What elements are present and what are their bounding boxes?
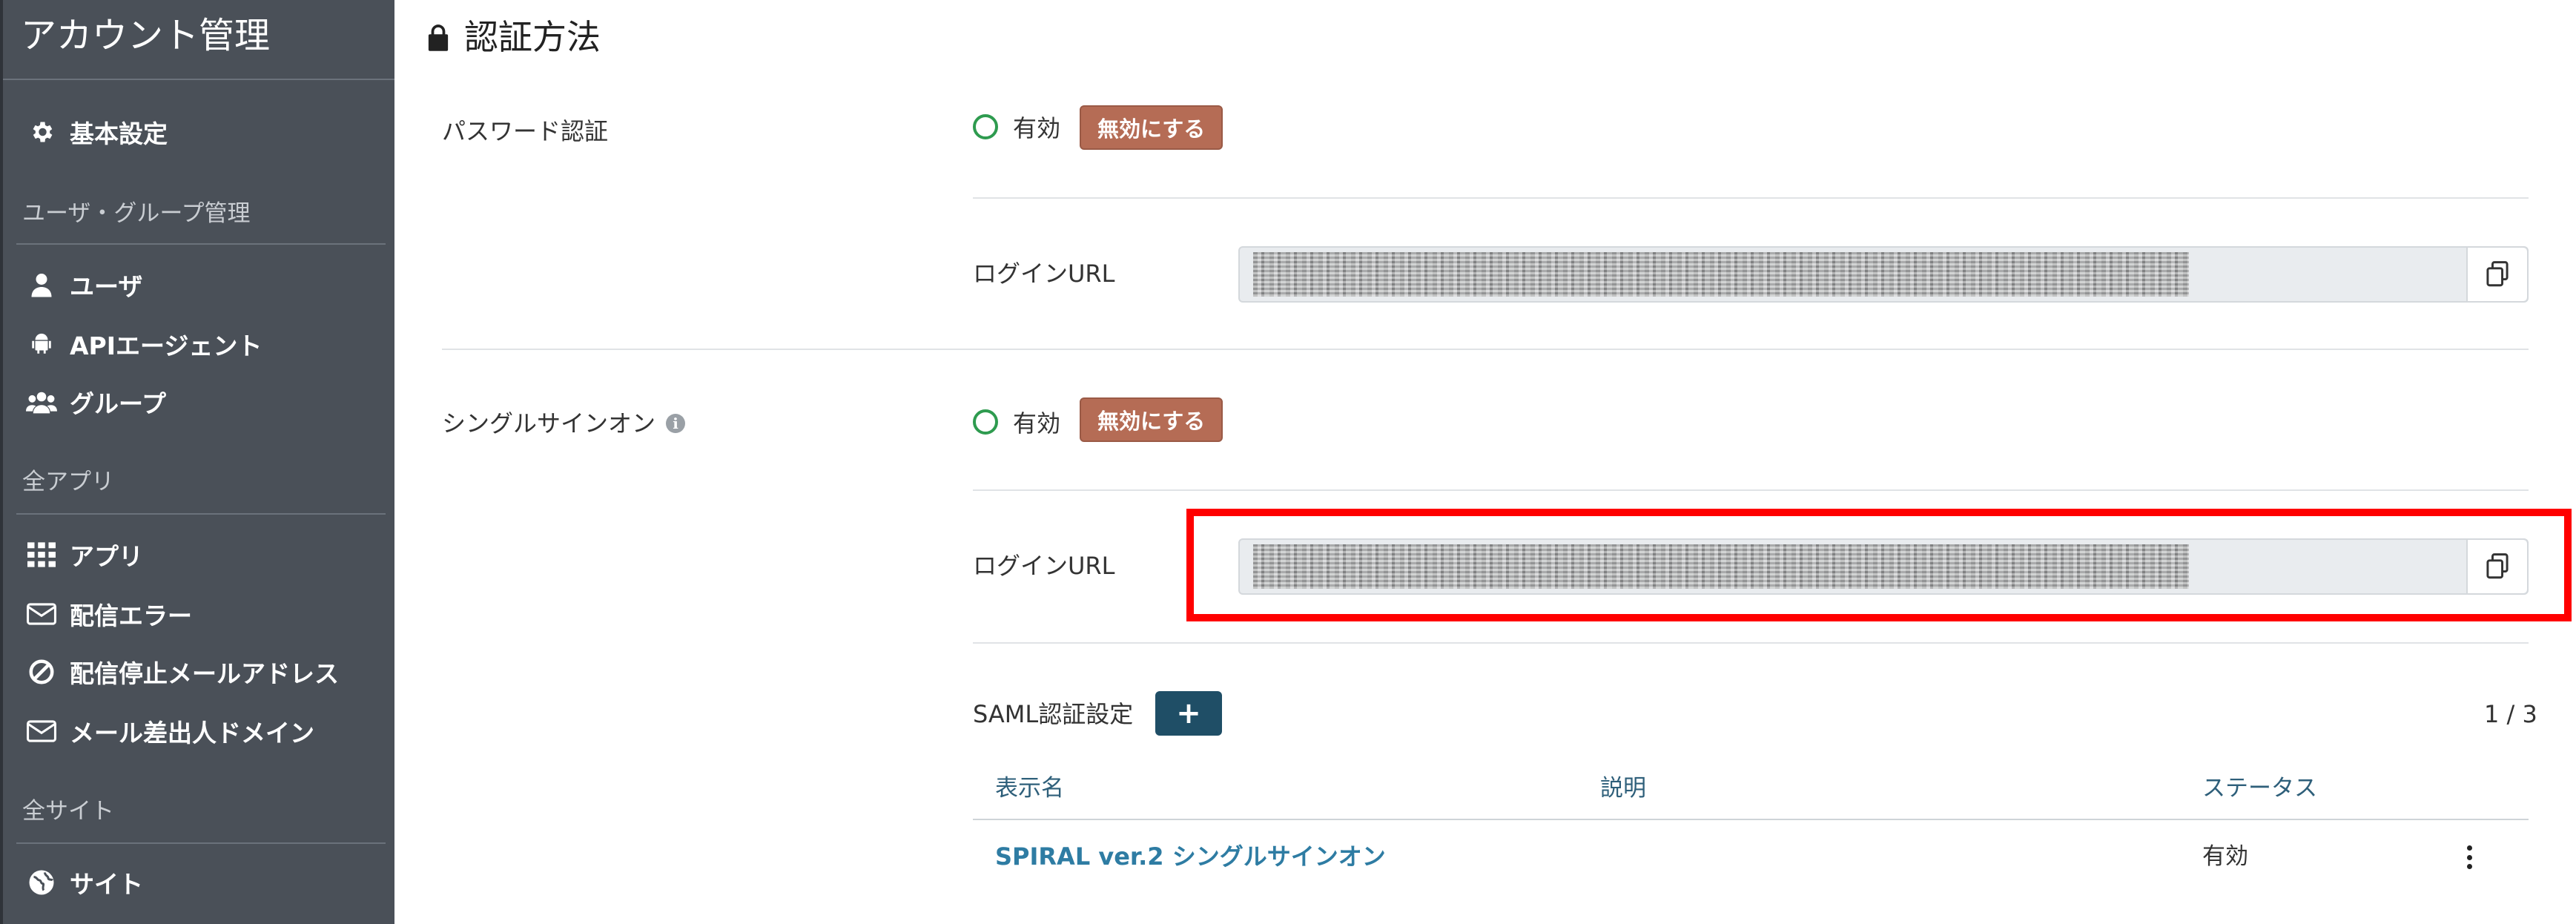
- sso-label-row: シングルサインオン i: [442, 405, 686, 442]
- sso-disable-button[interactable]: 無効にする: [1080, 397, 1223, 442]
- sidebar-item-delivery-errors[interactable]: 配信エラー: [25, 590, 192, 638]
- info-icon[interactable]: i: [666, 414, 686, 433]
- sidebar-item-label: APIエージェント: [70, 331, 262, 360]
- sidebar-item-api-agent[interactable]: APIエージェント: [25, 320, 262, 368]
- highlight-box: [1186, 509, 2572, 621]
- sidebar: アカウント管理 基本設定 ユーザ・グループ管理 ユーザ APIエージェント グル…: [0, 0, 394, 924]
- sidebar-divider: [3, 79, 394, 80]
- sidebar-item-label: ユーザ: [70, 272, 143, 301]
- plus-icon: +: [1176, 696, 1201, 730]
- sidebar-item-label: 配信停止メールアドレス: [70, 659, 339, 688]
- sso-login-url-label: ログインURL: [973, 552, 1115, 580]
- envelope-icon: [25, 716, 58, 746]
- password-auth-label: パスワード認証: [442, 117, 609, 145]
- globe-icon: [25, 868, 58, 897]
- ban-icon: [25, 657, 58, 687]
- sidebar-title: アカウント管理: [21, 15, 271, 56]
- android-icon: [25, 329, 58, 359]
- saml-settings-label: SAML認証設定: [973, 700, 1134, 728]
- password-auth-disable-button[interactable]: 無効にする: [1080, 105, 1223, 150]
- sidebar-item-basic-settings[interactable]: 基本設定: [25, 108, 168, 156]
- table-header-divider: [973, 819, 2529, 820]
- sidebar-section-user-group: ユーザ・グループ管理: [22, 200, 251, 227]
- sidebar-divider: [16, 513, 386, 515]
- add-saml-button[interactable]: +: [1155, 691, 1222, 736]
- column-header-description[interactable]: 説明: [1600, 770, 1646, 807]
- sidebar-item-unsubscribe-addresses[interactable]: 配信停止メールアドレス: [25, 648, 339, 696]
- kebab-menu-icon[interactable]: [2460, 842, 2478, 872]
- redacted-url: [1253, 252, 2189, 297]
- saml-row-status: 有効: [2202, 843, 2248, 870]
- sidebar-section-all-apps: 全アプリ: [22, 469, 114, 495]
- section-divider: [442, 349, 2529, 350]
- envelope-icon: [25, 599, 58, 629]
- page-title-text: 認証方法: [464, 17, 601, 57]
- sso-status: 有効: [973, 405, 1060, 439]
- password-login-url-label: ログインURL: [973, 260, 1115, 288]
- divider: [973, 642, 2529, 644]
- sidebar-divider: [16, 842, 386, 844]
- sidebar-item-users[interactable]: ユーザ: [25, 261, 142, 308]
- group-icon: [25, 387, 58, 417]
- status-ok-icon: [973, 114, 998, 139]
- status-text: 有効: [1013, 114, 1061, 142]
- status-ok-icon: [973, 409, 998, 435]
- divider: [973, 489, 2529, 491]
- sidebar-item-label: メール差出人ドメイン: [70, 719, 314, 748]
- user-icon: [25, 270, 58, 300]
- pagination: 1 / 3: [2484, 700, 2537, 728]
- sidebar-item-label: 配信エラー: [70, 601, 192, 630]
- lock-icon: [428, 24, 449, 51]
- sidebar-item-label: 基本設定: [70, 119, 168, 148]
- sidebar-item-label: アプリ: [70, 542, 143, 571]
- column-header-status[interactable]: ステータス: [2202, 770, 2317, 807]
- sso-label: シングルサインオン: [442, 409, 656, 438]
- sidebar-item-sender-domains[interactable]: メール差出人ドメイン: [25, 707, 314, 755]
- sidebar-item-label: サイト: [70, 870, 143, 899]
- divider: [973, 197, 2529, 199]
- sidebar-item-groups[interactable]: グループ: [25, 378, 166, 426]
- copy-button[interactable]: [2466, 248, 2527, 301]
- password-auth-status: 有効: [973, 110, 1060, 144]
- gear-icon: [25, 117, 58, 147]
- sidebar-item-label: グループ: [70, 389, 167, 418]
- column-header-name[interactable]: 表示名: [995, 770, 1064, 807]
- saml-row-name-link[interactable]: SPIRAL ver.2 シングルサインオン: [995, 838, 1386, 875]
- page-title: 認証方法: [427, 7, 601, 67]
- copy-icon: [2486, 261, 2509, 287]
- sidebar-section-all-sites: 全サイト: [22, 798, 114, 825]
- password-login-url-field[interactable]: [1238, 246, 2529, 303]
- sidebar-item-apps[interactable]: アプリ: [25, 531, 143, 578]
- sidebar-divider: [16, 243, 386, 245]
- grid-icon: [25, 540, 58, 570]
- status-text: 有効: [1013, 409, 1061, 438]
- sidebar-item-sites[interactable]: サイト: [25, 859, 143, 906]
